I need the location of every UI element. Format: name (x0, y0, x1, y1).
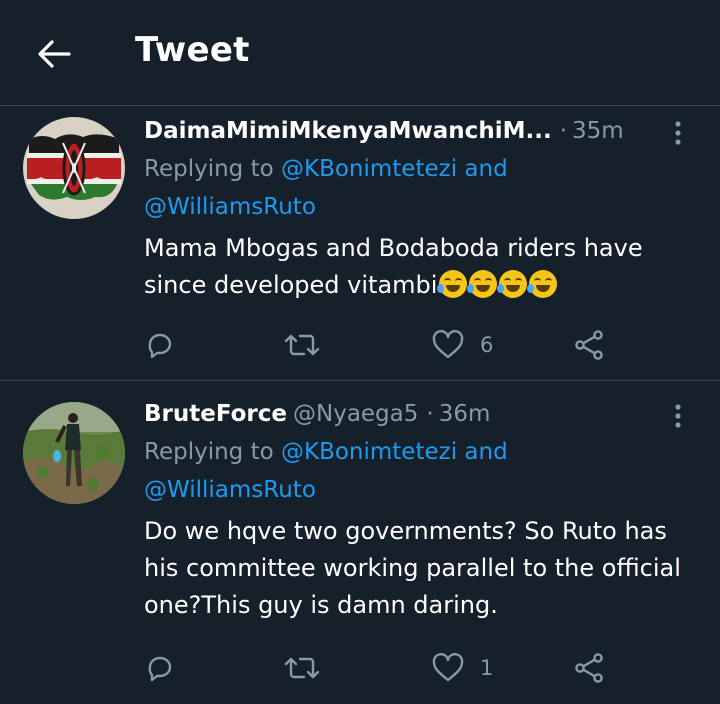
reply-icon (148, 333, 172, 359)
tweet-text: Do we hqve two governments? So Ruto has … (144, 517, 681, 619)
tweet-actions: 6 (144, 325, 680, 365)
share-button[interactable] (574, 325, 606, 365)
separator-dot: · (426, 401, 434, 427)
tweet-text: Mama Mbogas and Bodaboda riders have sin… (144, 230, 690, 304)
timestamp[interactable]: 36m (439, 401, 491, 427)
avatar[interactable] (23, 117, 125, 219)
retweet-icon (284, 334, 320, 356)
like-count: 6 (480, 333, 494, 357)
more-options-button[interactable] (666, 402, 690, 430)
reply-button[interactable] (144, 325, 176, 365)
tweet-header: BruteForce @Nyaega5 · 36m (144, 398, 690, 430)
back-arrow-icon (38, 40, 71, 68)
back-button[interactable] (34, 34, 74, 74)
reply-button[interactable] (144, 648, 176, 688)
display-name[interactable]: DaimaMimiMkenyaMwanchiM... (144, 118, 552, 144)
mention-link[interactable]: @KBonimtetezi (281, 439, 457, 465)
like-button[interactable]: 1 (432, 648, 493, 688)
tweet-header: DaimaMimiMkenyaMwanchiM... · 35m (144, 115, 690, 147)
timestamp[interactable]: 35m (572, 118, 624, 144)
rofl-emoji (467, 270, 498, 298)
like-icon (432, 330, 464, 359)
tweet[interactable]: DaimaMimiMkenyaMwanchiM... · 35m Replyin… (0, 107, 720, 381)
like-icon (432, 653, 464, 682)
separator-dot: · (559, 118, 567, 144)
rofl-emoji (497, 270, 528, 298)
more-options-icon (675, 121, 681, 145)
tweet-content: BruteForce @Nyaega5 · 36m Replying to @K… (144, 398, 690, 624)
retweet-icon (284, 657, 320, 679)
avatar[interactable] (23, 402, 125, 504)
mention-link[interactable]: @KBonimtetezi (281, 156, 457, 182)
replying-to: Replying to @KBonimtetezi and @WilliamsR… (144, 150, 690, 226)
share-icon (575, 653, 603, 683)
tweet-content: DaimaMimiMkenyaMwanchiM... · 35m Replyin… (144, 115, 690, 304)
retweet-button[interactable] (284, 325, 320, 365)
mention-link[interactable]: @WilliamsRuto (144, 477, 316, 503)
rofl-emoji (437, 270, 468, 298)
replying-prefix: Replying to (144, 156, 281, 182)
like-count: 1 (480, 656, 494, 680)
top-bar: Tweet (0, 0, 720, 106)
share-icon (575, 330, 603, 360)
more-options-button[interactable] (666, 119, 690, 147)
mention-link[interactable]: @WilliamsRuto (144, 194, 316, 220)
rofl-emoji (527, 270, 558, 298)
share-button[interactable] (574, 648, 606, 688)
and-link[interactable]: and (457, 439, 507, 465)
tweet-actions: 1 (144, 648, 680, 688)
and-link[interactable]: and (457, 156, 507, 182)
replying-prefix: Replying to (144, 439, 281, 465)
page-title: Tweet (135, 30, 250, 70)
display-name[interactable]: BruteForce (144, 401, 287, 427)
replying-to: Replying to @KBonimtetezi and @WilliamsR… (144, 433, 690, 509)
man-in-field-avatar-image (23, 402, 125, 504)
tweet-body: Mama Mbogas and Bodaboda riders have sin… (144, 234, 643, 299)
user-handle[interactable]: @Nyaega5 (293, 401, 418, 427)
kenya-flag-avatar-image (23, 117, 125, 219)
like-button[interactable]: 6 (432, 325, 493, 365)
more-options-icon (675, 404, 681, 428)
reply-icon (148, 656, 172, 682)
tweet[interactable]: BruteForce @Nyaega5 · 36m Replying to @K… (0, 382, 720, 704)
retweet-button[interactable] (284, 648, 320, 688)
